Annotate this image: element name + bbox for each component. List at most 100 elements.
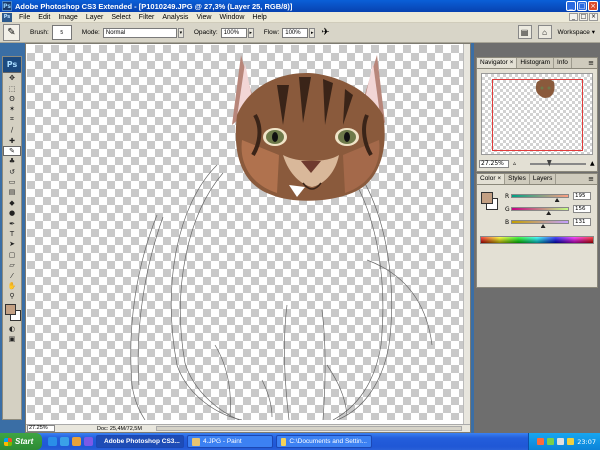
screen-mode-icon[interactable]: ▣ <box>3 334 21 344</box>
menu-file[interactable]: File <box>15 14 34 21</box>
navigator-preview[interactable] <box>481 73 593 155</box>
internet-explorer-icon[interactable] <box>60 437 69 446</box>
shape-icon[interactable]: ▢ <box>3 250 21 260</box>
channel-slider[interactable] <box>511 194 569 202</box>
doc-maximize-button[interactable]: □ <box>579 13 588 21</box>
navigator-zoom-slider[interactable] <box>530 159 587 167</box>
crop-icon[interactable]: ⌗ <box>3 115 21 125</box>
channel-value-input[interactable]: 131 <box>573 218 591 226</box>
opacity-input[interactable]: 100% <box>220 27 247 38</box>
zoom-field[interactable]: 27.25% <box>27 425 55 432</box>
tab-styles[interactable]: Styles <box>505 174 530 184</box>
volume-icon[interactable] <box>557 438 565 445</box>
tab-layers[interactable]: Layers <box>530 174 557 184</box>
type-icon[interactable]: T <box>3 229 21 239</box>
chevron-down-icon[interactable]: ▾ <box>177 27 184 38</box>
taskbar-button[interactable]: 4.JPG - Paint <box>187 435 273 448</box>
menu-filter[interactable]: Filter <box>135 14 159 21</box>
brush-preset-icon[interactable]: ✎ <box>3 24 20 41</box>
document-window-controls: _ □ × <box>569 13 598 21</box>
zoom-in-icon[interactable]: ▲ <box>590 160 595 167</box>
flow-input[interactable]: 100% <box>282 27 309 38</box>
channel-slider[interactable] <box>511 220 569 228</box>
taskbar-button[interactable]: Adobe Photoshop CS3... <box>96 435 184 448</box>
eraser-icon[interactable]: ▭ <box>3 177 21 187</box>
navigator-slider-thumb[interactable] <box>546 159 552 167</box>
color-panel-fg-swatch[interactable] <box>481 192 493 204</box>
opacity-arrow-icon[interactable]: ▸ <box>247 27 254 38</box>
photoshop-logo[interactable]: Ps <box>3 57 21 73</box>
zoom-icon[interactable]: ⚲ <box>3 291 21 301</box>
slice-icon[interactable]: ∕ <box>3 125 21 135</box>
doc-close-button[interactable]: × <box>589 13 598 21</box>
hand-icon[interactable]: ✋ <box>3 281 21 291</box>
menu-window[interactable]: Window <box>215 14 248 21</box>
menu-help[interactable]: Help <box>248 14 270 21</box>
security-icon[interactable] <box>567 438 575 445</box>
menu-view[interactable]: View <box>192 14 215 21</box>
marquee-icon[interactable]: ⬚ <box>3 83 21 93</box>
channel-slider-thumb[interactable] <box>554 198 560 202</box>
eyedropper-icon[interactable]: ⁄ <box>3 270 21 280</box>
channel-slider[interactable] <box>511 207 569 215</box>
network-icon[interactable] <box>547 438 555 445</box>
doc-minimize-button[interactable]: _ <box>569 13 578 21</box>
color-panel-menu-icon[interactable]: ≡ <box>588 175 594 183</box>
close-button[interactable]: × <box>588 1 598 11</box>
foreground-color-swatch[interactable] <box>5 303 16 315</box>
quick-mask-icon[interactable]: ◐ <box>3 324 21 334</box>
healing-icon[interactable]: ✚ <box>3 135 21 145</box>
channel-row-g: G 156 <box>505 204 597 215</box>
start-button[interactable]: Start <box>0 433 42 450</box>
navigator-zoom-value: 27.25% <box>481 159 504 167</box>
channel-value-input[interactable]: 195 <box>573 192 591 200</box>
tab-histogram[interactable]: Histogram <box>517 58 555 68</box>
move-icon[interactable]: ✥ <box>3 73 21 83</box>
bridge-icon[interactable]: ⌂ <box>537 25 552 39</box>
quick-launch-icon[interactable] <box>84 437 93 446</box>
flow-arrow-icon[interactable]: ▸ <box>309 27 316 38</box>
color-spectrum-ramp[interactable] <box>480 236 594 244</box>
maximize-button[interactable]: □ <box>577 1 587 11</box>
airbrush-icon[interactable]: ✈ <box>321 27 329 38</box>
palette-well-icon[interactable]: ▤ <box>517 25 532 39</box>
brush-picker[interactable]: 5 <box>51 25 72 40</box>
menu-edit[interactable]: Edit <box>34 14 54 21</box>
menu-select[interactable]: Select <box>107 14 134 21</box>
minimize-button[interactable]: _ <box>566 1 576 11</box>
tab-navigator[interactable]: Navigator × <box>477 58 518 68</box>
clock: 23:07 <box>577 437 596 446</box>
clone-stamp-icon[interactable]: ♣ <box>3 156 21 166</box>
document-icon[interactable]: Ps <box>2 12 12 22</box>
magic-wand-icon[interactable]: ✶ <box>3 104 21 114</box>
menu-image[interactable]: Image <box>54 14 81 21</box>
gradient-icon[interactable]: ▤ <box>3 187 21 197</box>
dodge-icon[interactable]: ● <box>3 208 21 218</box>
history-brush-icon[interactable]: ↺ <box>3 167 21 177</box>
lasso-icon[interactable]: ʘ <box>3 94 21 104</box>
show-desktop-icon[interactable] <box>48 437 57 446</box>
zoom-out-icon[interactable]: ▵ <box>513 160 516 167</box>
mode-select[interactable]: Normal <box>102 27 177 38</box>
blur-icon[interactable]: ◆ <box>3 198 21 208</box>
brush-icon[interactable]: ✎ <box>3 145 21 157</box>
channel-value-input[interactable]: 156 <box>573 205 591 213</box>
tab-info[interactable]: Info <box>554 58 572 68</box>
navigator-zoom-input[interactable]: 27.25% <box>479 159 509 168</box>
tab-color[interactable]: Color × <box>477 174 506 184</box>
pen-icon[interactable]: ✒ <box>3 218 21 228</box>
channel-slider-thumb[interactable] <box>546 211 552 215</box>
horizontal-scrollbar[interactable] <box>156 426 462 431</box>
canvas[interactable] <box>27 45 465 420</box>
menu-analysis[interactable]: Analysis <box>158 14 192 21</box>
notes-icon[interactable]: ▱ <box>3 260 21 270</box>
channel-slider-thumb[interactable] <box>540 224 546 228</box>
panel-menu-icon[interactable]: ≡ <box>588 59 594 67</box>
path-selection-icon[interactable]: ➤ <box>3 239 21 249</box>
taskbar-button[interactable]: C:\Documents and Settin... <box>276 435 372 448</box>
tray-icon[interactable] <box>537 438 545 445</box>
menu-layer[interactable]: Layer <box>82 14 108 21</box>
workspace-menu[interactable]: Workspace ▾ <box>558 28 595 36</box>
media-player-icon[interactable] <box>72 437 81 446</box>
vertical-scrollbar[interactable] <box>463 44 470 426</box>
